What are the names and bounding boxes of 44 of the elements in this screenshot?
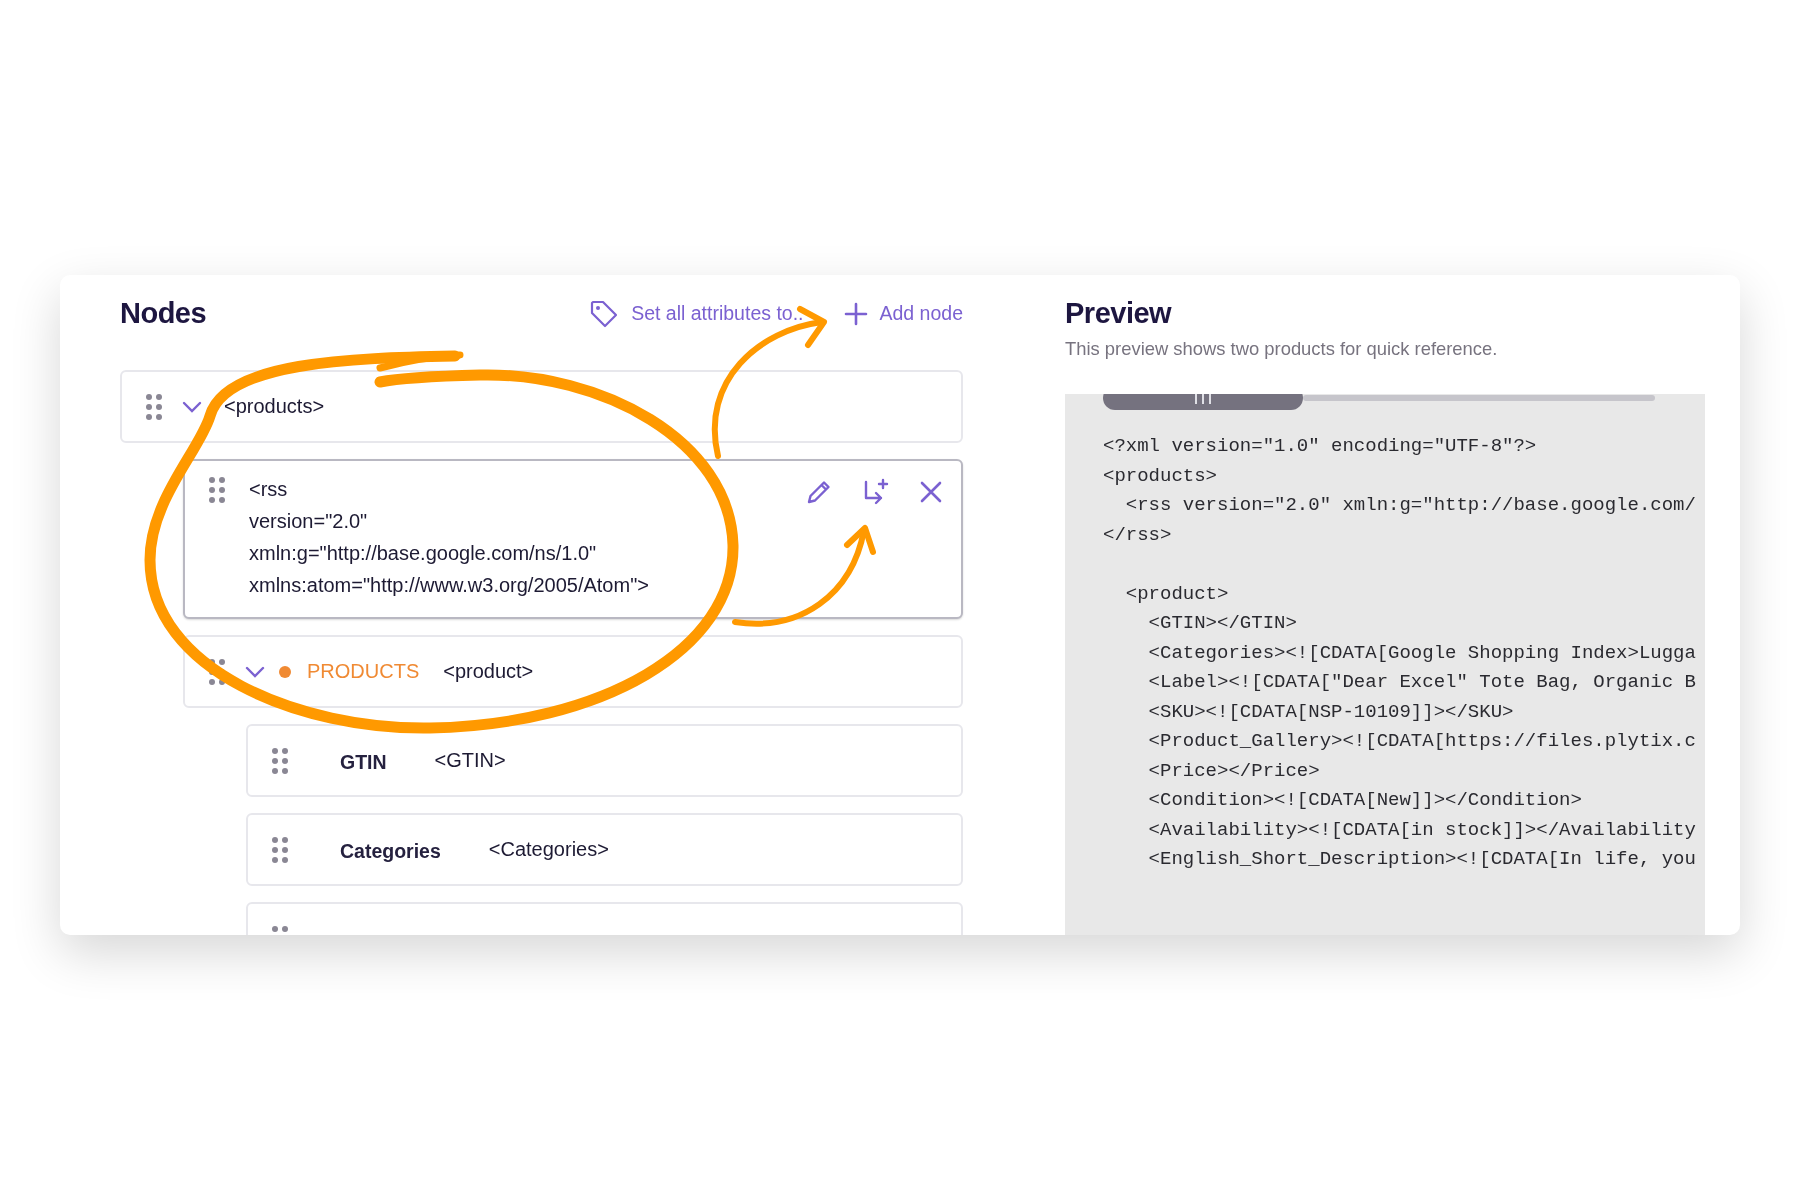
code-line: <Label><![CDATA["Dear Excel" Tote Bag, Organic B [1147, 670, 1696, 695]
plus-icon [843, 301, 868, 326]
code-line: <Product_Gallery><![CDATA[https://files.plytix.c [1147, 729, 1696, 754]
drag-handle-icon[interactable] [272, 747, 288, 774]
code-line: <products> [1103, 463, 1218, 489]
code-line: <product> [1124, 581, 1229, 607]
node-row[interactable]: GTIN <GTIN> [246, 724, 963, 797]
node-attributes: <rss version="2.0" xmln:g="http://base.google.com/ns/1.0" xmlns:atom="http://www.w3.org/2005/Atom"> [249, 477, 650, 598]
code-line: <English_Short_Description><![CDATA[In life, you [1147, 847, 1696, 872]
code-line: <SKU><![CDATA[NSP-10109]]></SKU> [1147, 699, 1514, 725]
node-tag: <Categories> [488, 838, 609, 861]
node-name: PRODUCTS [307, 660, 420, 683]
node-row[interactable]: PRODUCTS <product> [183, 635, 963, 708]
panel-title: Preview [1065, 297, 1172, 330]
node-name: Categories [340, 840, 441, 863]
node-row[interactable]: <rss version="2.0" xmln:g="http://base.google.com/ns/1.0" xmlns:atom="http://www.w3.org/2005/Atom"> [183, 459, 963, 619]
code-line: </rss> [1103, 522, 1172, 548]
chevron-down-icon[interactable] [245, 665, 265, 678]
code-line: <Price></Price> [1147, 758, 1320, 784]
tag-icon [589, 298, 620, 329]
code-line: <Condition><![CDATA[New]]></Condition> [1147, 788, 1582, 813]
drag-handle-icon[interactable] [272, 836, 288, 863]
code-line: <Availability><![CDATA[in stock]]></Availability [1147, 817, 1696, 843]
code-line: <?xml version="1.0" encoding="UTF-8"?> [1103, 434, 1537, 459]
node-tag: <product> [443, 660, 534, 683]
code-line: <Categories><![CDATA[Google Shopping Index>Lugga [1147, 640, 1696, 666]
node-tag: <GTIN> [434, 749, 506, 772]
scrollbar-track[interactable] [1303, 395, 1655, 401]
code-line: <GTIN></GTIN> [1147, 611, 1297, 636]
panel-subtitle: This preview shows two products for quick reference. [1065, 338, 1498, 360]
panel-title: Nodes [120, 297, 207, 330]
set-attributes-link[interactable]: Set all attributes to.. [589, 298, 804, 329]
node-row[interactable]: Categories <Categories> [246, 813, 963, 886]
chevron-down-icon[interactable] [182, 400, 202, 413]
node-name: GTIN [340, 751, 387, 774]
node-row[interactable]: <products> [120, 370, 963, 443]
add-node-link[interactable]: Add node [843, 301, 963, 326]
drag-handle-icon[interactable] [209, 658, 225, 685]
drag-handle-icon[interactable] [146, 393, 162, 420]
close-icon[interactable] [919, 480, 943, 504]
code-line: <rss version="2.0" xmln:g="http://base.google.com/ [1124, 493, 1696, 518]
drag-handle-icon[interactable] [209, 477, 225, 503]
pencil-icon[interactable] [805, 478, 833, 506]
node-tag: <products> [224, 395, 325, 418]
